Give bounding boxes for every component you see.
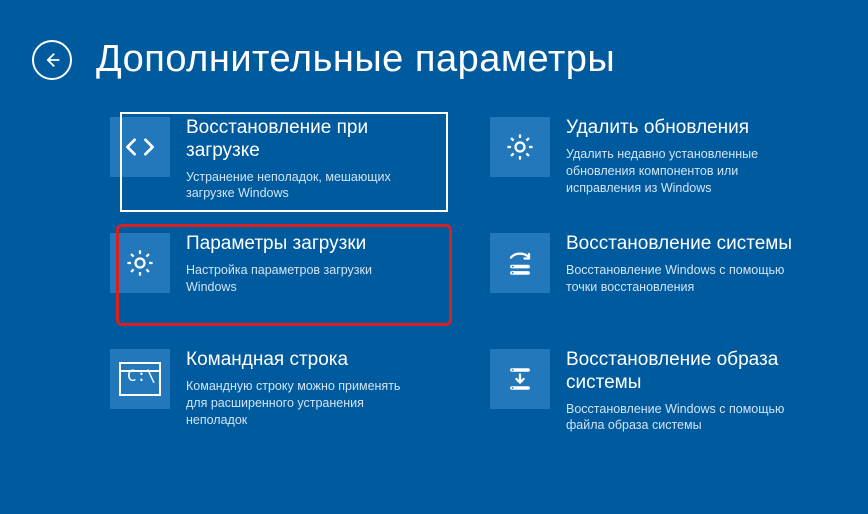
tile-title: Восстановление образа системы [566,349,796,395]
back-button[interactable] [32,40,72,80]
tile-text: Восстановление системы Восстановление Wi… [566,231,796,296]
page-title: Дополнительные параметры [96,38,615,81]
arrow-left-icon [42,50,62,70]
tile-title: Параметры загрузки [186,233,416,256]
tile-desc: Командную строку можно применять для рас… [186,378,416,429]
terminal-icon: C:\ [110,349,170,409]
tile-desc: Устранение неполадок, мешающих загрузке … [186,169,416,203]
tile-text: Параметры загрузки Настройка параметров … [186,231,416,296]
tile-desc: Восстановление Windows с помощью точки в… [566,262,796,296]
restore-icon [490,233,550,293]
gear-icon [490,117,550,177]
tile-command-prompt[interactable]: C:\ Командная строка Командную строку мо… [110,347,450,443]
image-recovery-icon [490,349,550,409]
tile-system-restore[interactable]: Восстановление системы Восстановление Wi… [490,231,830,327]
tile-startup-repair[interactable]: Восстановление при загрузке Устранение н… [110,115,450,211]
tile-title: Командная строка [186,349,416,372]
tile-desc: Восстановление Windows с помощью файла о… [566,401,796,435]
tile-startup-settings[interactable]: Параметры загрузки Настройка параметров … [110,231,450,327]
tile-title: Восстановление при загрузке [186,117,416,163]
tile-text: Восстановление при загрузке Устранение н… [186,115,416,202]
tile-title: Восстановление системы [566,233,796,256]
options-grid: Восстановление при загрузке Устранение н… [18,115,850,443]
gear-icon [110,233,170,293]
tile-desc: Настройка параметров загрузки Windows [186,262,416,296]
tile-text: Удалить обновления Удалить недавно устан… [566,115,796,196]
header: Дополнительные параметры [18,38,850,81]
tile-title: Удалить обновления [566,117,796,140]
tile-desc: Удалить недавно установленные обновления… [566,146,796,197]
tile-text: Восстановление образа системы Восстановл… [566,347,796,434]
tile-uninstall-updates[interactable]: Удалить обновления Удалить недавно устан… [490,115,830,211]
tile-system-image[interactable]: Восстановление образа системы Восстановл… [490,347,830,443]
tile-text: Командная строка Командную строку можно … [186,347,416,428]
recovery-screen: Дополнительные параметры Восстановление … [18,18,850,496]
code-icon [110,117,170,177]
